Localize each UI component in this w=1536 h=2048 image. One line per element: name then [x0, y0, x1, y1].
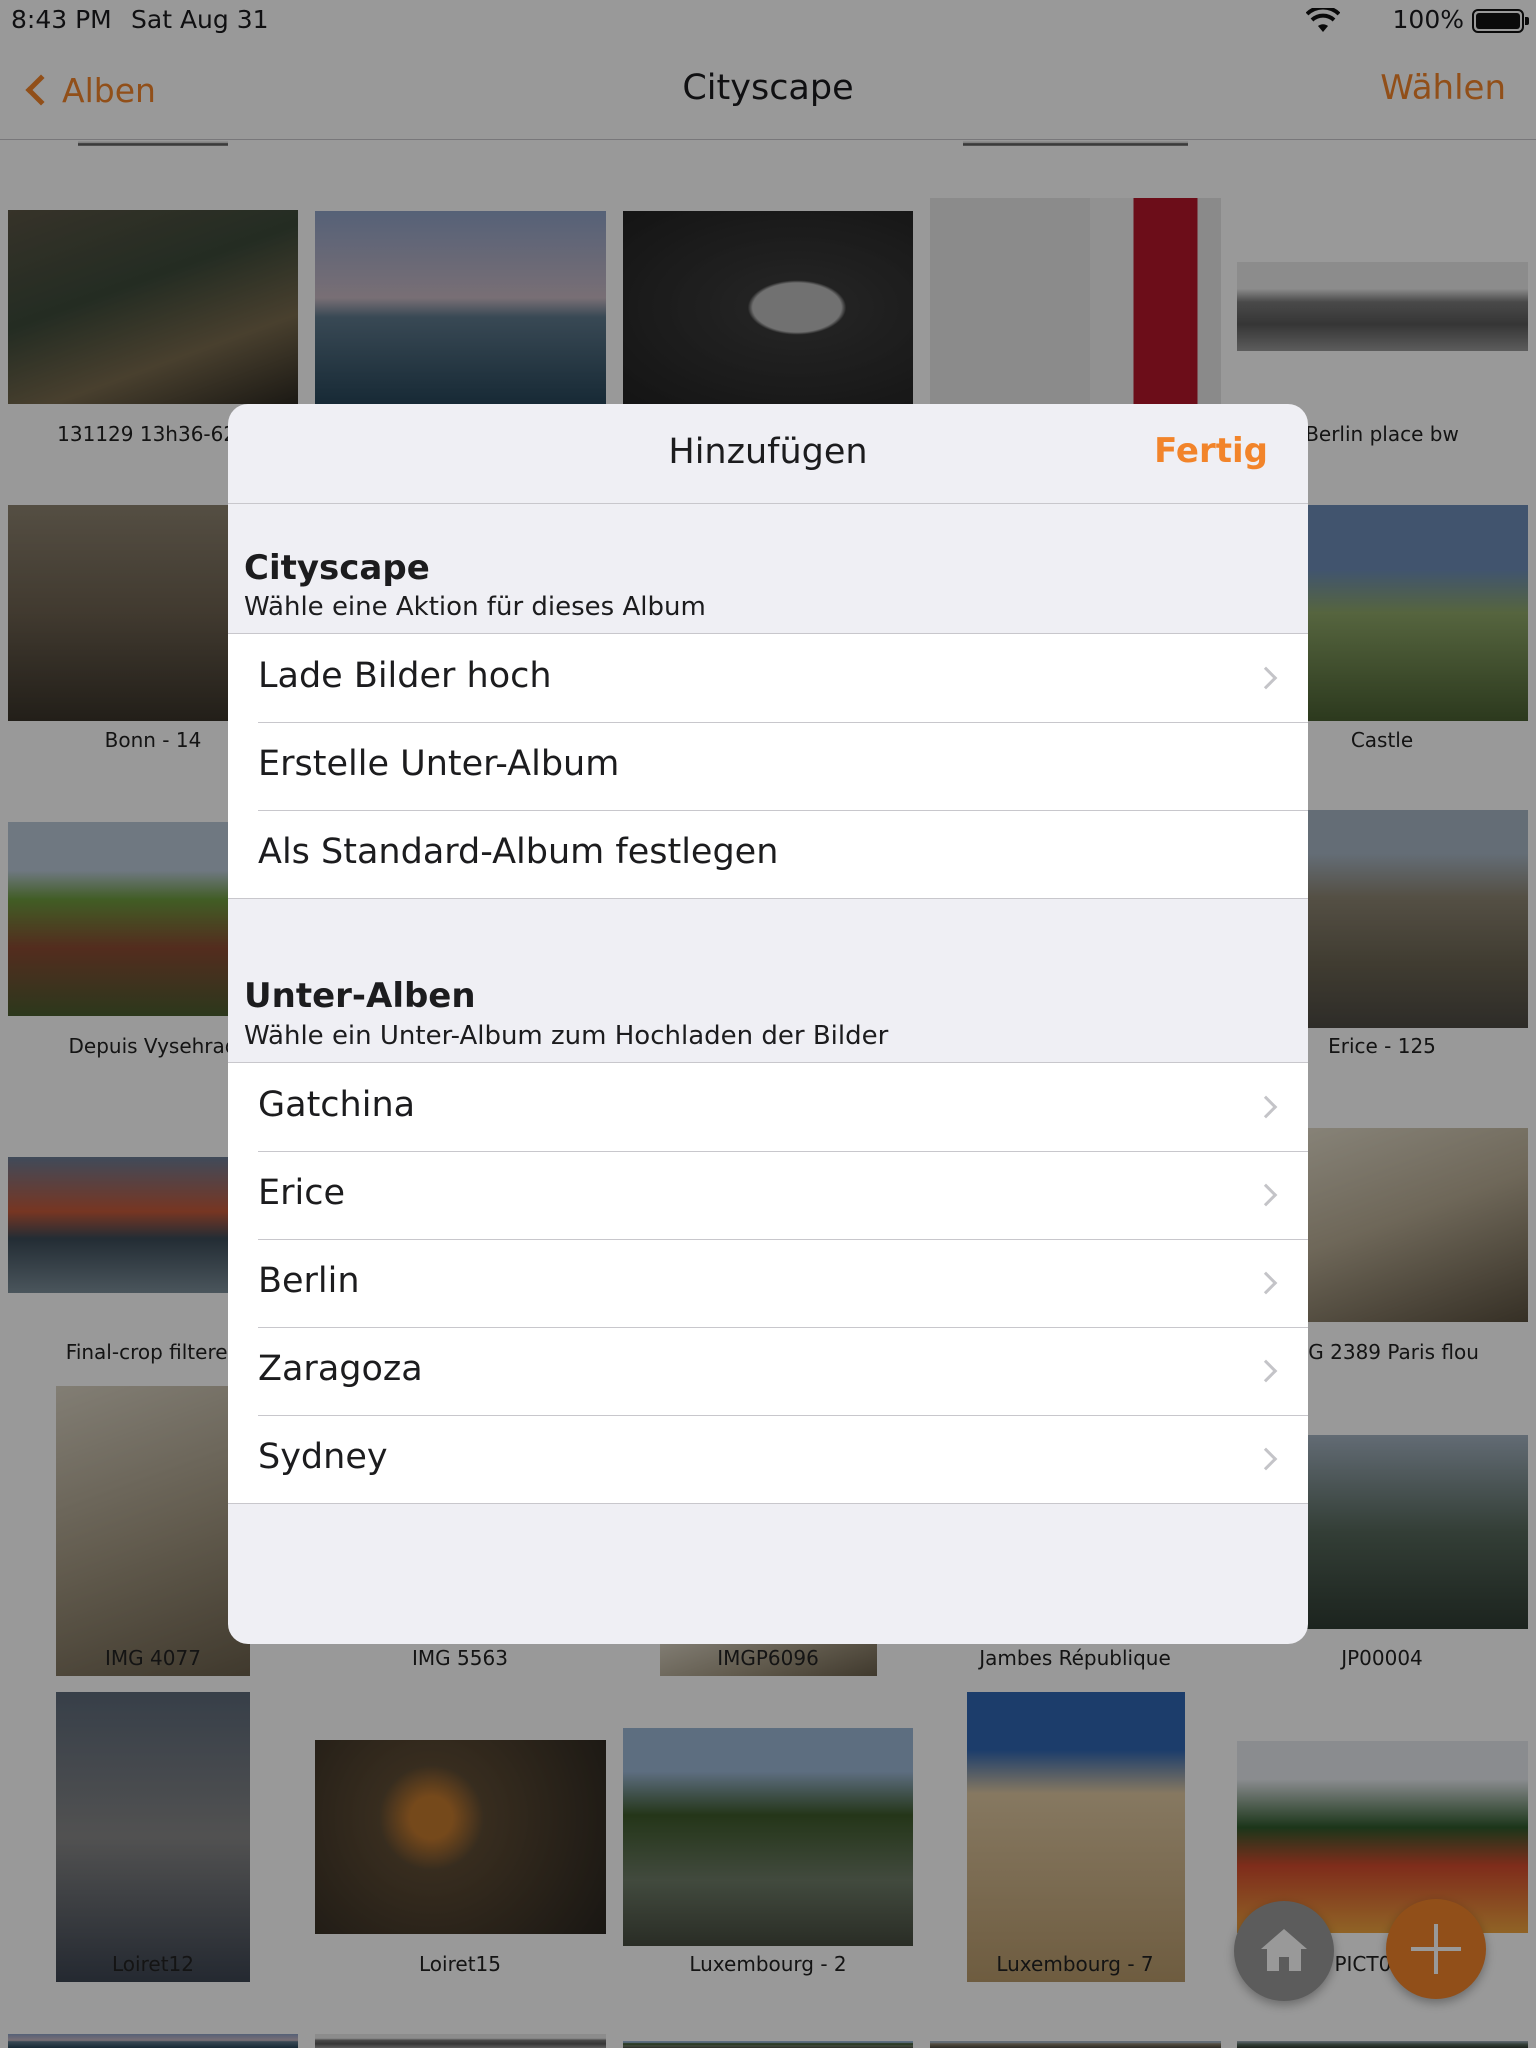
chevron-right-icon — [1254, 666, 1278, 690]
subalbum-section-subtitle: Wähle ein Unter-Album zum Hochladen der … — [244, 1021, 889, 1051]
row-label: Sydney — [258, 1437, 388, 1477]
row-label: Gatchina — [258, 1085, 416, 1125]
album-section-title: Cityscape — [244, 548, 430, 588]
action-create-subalbum[interactable]: Erstelle Unter-Album — [228, 722, 1308, 810]
row-label: Berlin — [258, 1261, 360, 1301]
album-actions-list: Lade Bilder hoch Erstelle Unter-Album Al… — [228, 633, 1308, 899]
sheet-title: Hinzufügen — [668, 432, 868, 472]
row-label: Zaragoza — [258, 1349, 423, 1389]
subalbum-item-zaragoza[interactable]: Zaragoza — [228, 1327, 1308, 1415]
row-label: Erstelle Unter-Album — [258, 744, 620, 784]
action-upload-photos[interactable]: Lade Bilder hoch — [228, 634, 1308, 722]
chevron-right-icon — [1254, 1271, 1278, 1295]
action-set-default-album[interactable]: Als Standard-Album festlegen — [228, 810, 1308, 898]
subalbum-item-erice[interactable]: Erice — [228, 1151, 1308, 1239]
subalbum-item-gatchina[interactable]: Gatchina — [228, 1063, 1308, 1151]
chevron-right-icon — [1254, 1447, 1278, 1471]
subalbum-item-berlin[interactable]: Berlin — [228, 1239, 1308, 1327]
row-label: Erice — [258, 1173, 346, 1213]
chevron-right-icon — [1254, 1359, 1278, 1383]
chevron-right-icon — [1254, 1095, 1278, 1119]
done-button[interactable]: Fertig — [1154, 431, 1268, 471]
subalbum-section-title: Unter-Alben — [244, 976, 476, 1016]
sheet-header: Hinzufügen Fertig — [228, 404, 1308, 504]
album-section-subtitle: Wähle eine Aktion für dieses Album — [244, 592, 706, 622]
subalbum-list: Gatchina Erice Berlin Zaragoza Sydney — [228, 1062, 1308, 1504]
chevron-right-icon — [1254, 1183, 1278, 1207]
add-sheet: Hinzufügen Fertig Cityscape Wähle eine A… — [228, 404, 1308, 1644]
row-label: Als Standard-Album festlegen — [258, 832, 779, 872]
subalbum-item-sydney[interactable]: Sydney — [228, 1415, 1308, 1503]
row-label: Lade Bilder hoch — [258, 656, 552, 696]
